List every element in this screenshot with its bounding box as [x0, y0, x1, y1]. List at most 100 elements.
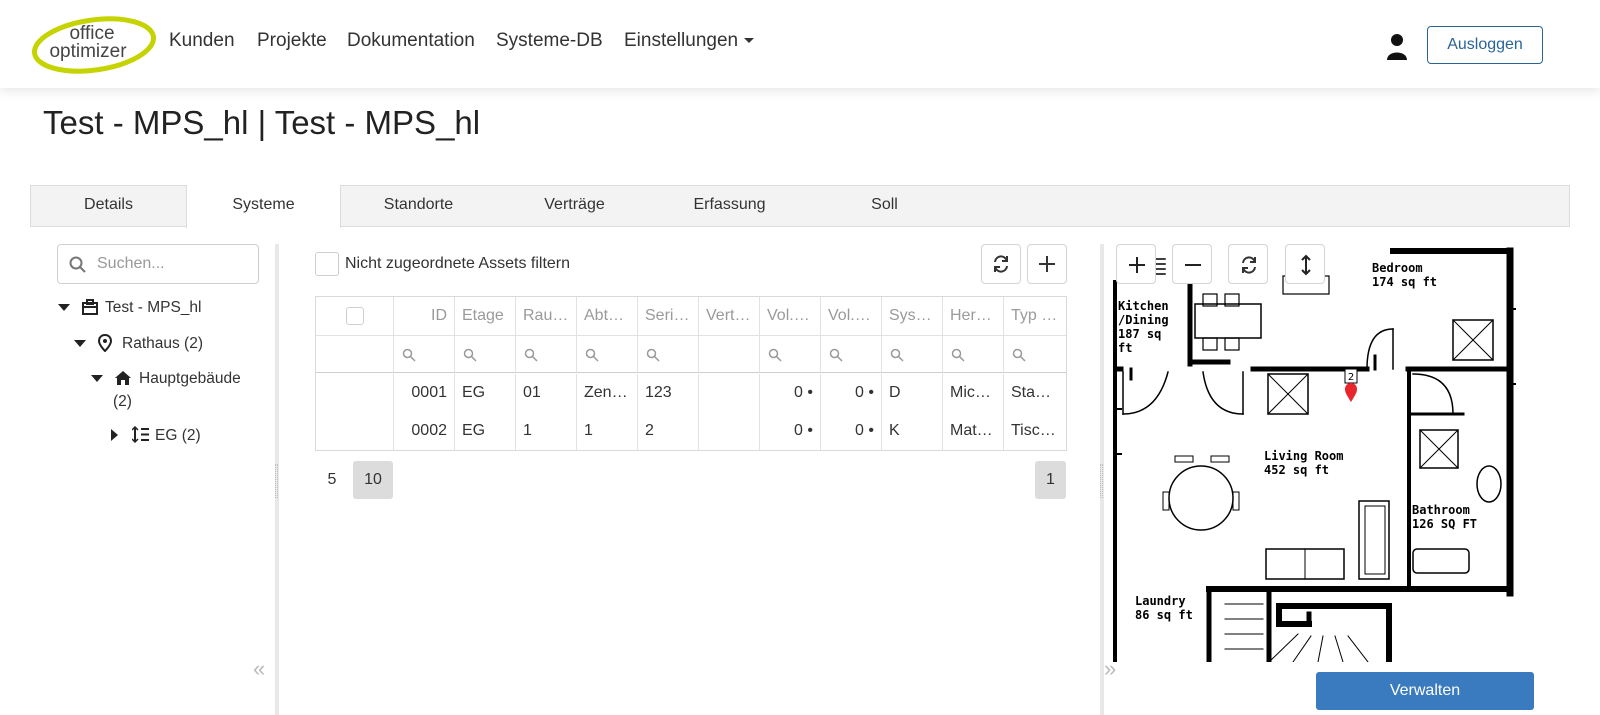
expand-toggle-icon[interactable]: [111, 429, 118, 441]
grip-handle-icon[interactable]: [275, 464, 278, 498]
filter-cell-volumen-2[interactable]: [821, 335, 882, 373]
cell-raum: 01: [516, 374, 577, 412]
cell-id: 0001: [394, 374, 455, 412]
expand-toggle-icon[interactable]: [74, 340, 86, 347]
row-select-cell: [316, 374, 394, 412]
zoom-in-button[interactable]: [1116, 244, 1156, 284]
tab-soll[interactable]: Soll: [807, 185, 962, 227]
search-icon: [69, 256, 86, 273]
caret-down-icon: [744, 38, 755, 44]
office-optimizer-logo[interactable]: office optimizer: [30, 14, 158, 74]
refresh-button[interactable]: [981, 244, 1021, 284]
cell-system: K: [882, 412, 943, 450]
cell-hersteller: Mic…: [943, 374, 1004, 412]
page-size-5[interactable]: 5: [312, 461, 352, 499]
filter-cell-volumen-1[interactable]: [760, 335, 821, 373]
page-number-1[interactable]: 1: [1035, 461, 1066, 499]
nav-dokumentation[interactable]: Dokumentation: [347, 30, 475, 52]
nav-einstellungen-label: Einstellungen: [624, 30, 739, 51]
manage-button[interactable]: Verwalten: [1316, 672, 1534, 710]
column-header-volumen-1[interactable]: Vol.…: [760, 297, 821, 335]
floor-plan-image[interactable]: Kitchen /Dining 187 sq ft Bedroom 174 sq…: [1113, 244, 1516, 662]
filter-cell-id[interactable]: [394, 335, 455, 373]
search-icon: [890, 348, 904, 362]
home-icon: [115, 371, 131, 385]
tree-search-box[interactable]: [57, 244, 259, 284]
user-icon[interactable]: [1386, 33, 1408, 61]
nav-projekte[interactable]: Projekte: [257, 30, 327, 52]
tree-node-label: Hauptgebäude: [139, 370, 241, 387]
svg-text:optimizer: optimizer: [49, 41, 127, 62]
minus-icon: [1185, 264, 1201, 266]
grip-handle-icon[interactable]: [1100, 464, 1103, 498]
column-header-abteilung[interactable]: Abt…: [577, 297, 638, 335]
left-splitter[interactable]: [275, 244, 279, 715]
tree-node-label: Test - MPS_hl: [105, 299, 202, 316]
nav-systeme-db[interactable]: Systeme-DB: [496, 30, 603, 52]
cell-etage: EG: [455, 374, 516, 412]
add-button[interactable]: [1027, 244, 1067, 284]
select-all-checkbox[interactable]: [346, 307, 364, 325]
top-navbar: office optimizer Kunden Projekte Dokumen…: [0, 0, 1600, 88]
expand-toggle-icon[interactable]: [91, 375, 103, 382]
briefcase-icon: [82, 299, 98, 315]
zoom-out-button[interactable]: [1172, 244, 1212, 284]
tree-search-input[interactable]: [95, 245, 255, 283]
collapse-left-icon[interactable]: «: [253, 656, 265, 682]
filter-unassigned-checkbox[interactable]: [315, 252, 339, 276]
tab-details[interactable]: Details: [31, 185, 186, 227]
tab-erfassung[interactable]: Erfassung: [652, 185, 807, 227]
tree-node-label: EG (2): [155, 427, 201, 444]
tab-vertraege[interactable]: Verträge: [497, 185, 652, 227]
search-icon: [402, 348, 416, 362]
filter-cell-raum[interactable]: [516, 335, 577, 373]
expand-toggle-icon[interactable]: [58, 304, 70, 311]
room-label-kitchen-area: 187 sq: [1118, 327, 1161, 341]
filter-cell-etage[interactable]: [455, 335, 516, 373]
plus-icon: [1039, 256, 1055, 272]
cell-abteilung: 1: [577, 412, 638, 450]
filter-cell-typ[interactable]: [1004, 335, 1066, 373]
page-size-10[interactable]: 10: [353, 461, 393, 499]
search-icon: [463, 348, 477, 362]
nav-einstellungen-dropdown[interactable]: Einstellungen: [624, 30, 755, 52]
column-header-raum[interactable]: Rau…: [516, 297, 577, 335]
cell-abteilung: Zen…: [577, 374, 638, 412]
logout-button[interactable]: Ausloggen: [1427, 26, 1543, 64]
column-header-etage[interactable]: Etage: [455, 297, 516, 335]
room-label-living-room-area: 452 sq ft: [1264, 463, 1329, 477]
cell-seriennummer: 123: [638, 374, 699, 412]
search-icon: [951, 348, 965, 362]
tab-systeme[interactable]: Systeme: [186, 185, 341, 228]
filter-cell-system[interactable]: [882, 335, 943, 373]
cell-seriennummer: 2: [638, 412, 699, 450]
column-header-seriennummer[interactable]: Seri…: [638, 297, 699, 335]
filter-cell-seriennummer[interactable]: [638, 335, 699, 373]
assets-grid: ID Etage Rau… Abt… Seri… Vert… Vol.… Vol…: [315, 296, 1067, 451]
page-title: Test - MPS_hl | Test - MPS_hl: [43, 104, 481, 141]
nav-kunden[interactable]: Kunden: [169, 30, 235, 52]
filter-cell-hersteller[interactable]: [943, 335, 1004, 373]
room-label-bedroom: Bedroom: [1372, 261, 1423, 275]
column-header-hersteller[interactable]: Her…: [943, 297, 1004, 335]
floor-plan-viewer[interactable]: Kitchen /Dining 187 sq ft Bedroom 174 sq…: [1113, 244, 1516, 662]
filter-cell-empty: [316, 335, 394, 373]
reset-view-button[interactable]: [1228, 244, 1268, 284]
asset-marker-count: 2: [1348, 372, 1354, 383]
refresh-icon: [1242, 256, 1256, 274]
row-select-cell: [316, 412, 394, 450]
column-header-volumen-2[interactable]: Vol.…: [821, 297, 882, 335]
cell-id: 0002: [394, 412, 455, 450]
tab-bar: Details Systeme Standorte Verträge Erfas…: [30, 185, 1570, 228]
column-header-vertrag[interactable]: Vert…: [699, 297, 760, 335]
plus-icon: [1129, 257, 1145, 273]
right-splitter[interactable]: [1100, 244, 1104, 715]
column-header-id[interactable]: ID: [394, 297, 455, 335]
fit-height-button[interactable]: [1285, 244, 1325, 284]
cell-volumen-2: 0 •: [821, 374, 882, 412]
column-header-typ[interactable]: Typ …: [1004, 297, 1066, 335]
tab-standorte[interactable]: Standorte: [341, 185, 496, 227]
filter-cell-abteilung[interactable]: [577, 335, 638, 373]
room-label-kitchen: Kitchen: [1118, 299, 1169, 313]
column-header-system[interactable]: Sys…: [882, 297, 943, 335]
